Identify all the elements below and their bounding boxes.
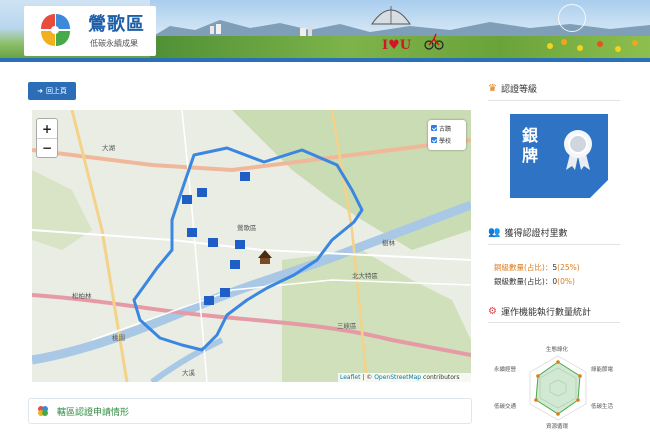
svg-text:鶯歌區: 鶯歌區 <box>237 223 257 232</box>
villages-heading: 👥 獲得認證村里數 <box>488 226 567 239</box>
svg-text:桃園: 桃園 <box>112 333 125 342</box>
banner-slogan: I♥U <box>382 38 412 53</box>
sun-icon <box>558 4 586 32</box>
radar-axis-label: 低碳生活 <box>591 402 614 410</box>
layer-heritage[interactable]: 古蹟 <box>431 122 463 134</box>
medal-icon <box>564 130 592 170</box>
functions-heading-text: 運作機能執行數量統計 <box>500 308 591 318</box>
divider <box>488 244 620 245</box>
radar-axis-label: 生態綠化 <box>546 345 569 353</box>
layer-school-label: 學校 <box>439 137 452 145</box>
zoom-out-button[interactable]: − <box>37 138 57 157</box>
site-subtitle: 低碳永續成果 <box>90 39 138 48</box>
silver-label: 銀級數量(占比)： <box>494 277 553 286</box>
banner-dome-landmark <box>371 6 411 25</box>
divider <box>488 322 620 323</box>
osm-link[interactable]: OpenStreetMap <box>374 374 421 381</box>
bronze-label: 銅級數量(占比)： <box>494 263 553 272</box>
attribution-sep: | © <box>360 374 375 381</box>
layer-school[interactable]: 學校 <box>431 134 463 146</box>
svg-text:大湖: 大湖 <box>102 143 116 152</box>
crown-icon: ♛ <box>488 83 497 94</box>
section-title: 轄區認證申請情形 <box>57 408 130 418</box>
people-icon: 👥 <box>488 227 501 238</box>
bronze-pct: (25%) <box>557 263 580 272</box>
functions-radar-chart: 生態綠化 綠能節電 低碳生活 資源循環 低碳交通 永續經營 <box>494 345 614 430</box>
banner-flowers <box>547 39 638 52</box>
map-attribution: Leaflet | © OpenStreetMap contributors <box>338 373 471 382</box>
map-zoom-control: + − <box>36 118 58 158</box>
site-title: 鶯歌區 <box>88 14 145 35</box>
silver-count: 銀級數量(占比)：0(0%) <box>494 276 575 287</box>
badge-text: 銀牌 <box>522 126 539 165</box>
svg-text:北大特區: 北大特區 <box>352 271 379 280</box>
silver-pct: (0%) <box>557 277 575 286</box>
radar-axis-label: 綠能節電 <box>591 365 614 373</box>
svg-text:三峽區: 三峽區 <box>337 321 357 330</box>
svg-text:樹林: 樹林 <box>382 238 396 247</box>
radar-axis-label: 資源循環 <box>546 422 569 430</box>
layer-heritage-label: 古蹟 <box>439 125 452 133</box>
cert-level-heading-text: 認證等級 <box>500 85 537 95</box>
functions-heading: ⚙ 運作機能執行數量統計 <box>488 305 591 318</box>
zoom-in-button[interactable]: + <box>37 119 57 138</box>
map-canvas: 樹林 北大特區 三峽區 鶯歌區 大湖 松柏林 桃園 大溪 <box>32 110 471 382</box>
banner-bottom-bar <box>0 58 650 62</box>
gear-icon: ⚙ <box>488 306 497 317</box>
arrow-right-icon: ➜ <box>37 87 43 95</box>
layer-heritage-checkbox[interactable] <box>431 125 437 131</box>
svg-text:松柏林: 松柏林 <box>72 291 92 300</box>
cert-level-heading: ♛ 認證等級 <box>488 82 537 95</box>
bronze-count: 銅級數量(占比)：5(25%) <box>494 262 580 273</box>
district-map[interactable]: 樹林 北大特區 三峽區 鶯歌區 大湖 松柏林 桃園 大溪 <box>32 110 471 382</box>
radar-axis-label: 低碳交通 <box>494 402 517 410</box>
silver-badge: 銀牌 <box>510 114 608 198</box>
villages-heading-text: 獲得認證村里數 <box>504 229 568 239</box>
attribution-tail: contributors <box>421 374 460 381</box>
leaflet-link[interactable]: Leaflet <box>340 374 360 381</box>
badge-corner-fold <box>590 180 608 198</box>
radar-axis-label: 永續經營 <box>494 365 517 373</box>
layer-school-checkbox[interactable] <box>431 137 437 143</box>
application-status-section: 轄區認證申請情形 <box>28 398 472 424</box>
section-logo-icon <box>38 406 48 416</box>
back-button[interactable]: ➜ 回上頁 <box>28 82 76 100</box>
district-logo-icon <box>41 14 70 46</box>
svg-text:大溪: 大溪 <box>182 368 196 377</box>
back-button-label: 回上頁 <box>45 87 67 95</box>
divider <box>488 100 620 101</box>
cyclist-icon <box>424 33 444 50</box>
map-layer-control: 古蹟 學校 <box>428 120 466 150</box>
